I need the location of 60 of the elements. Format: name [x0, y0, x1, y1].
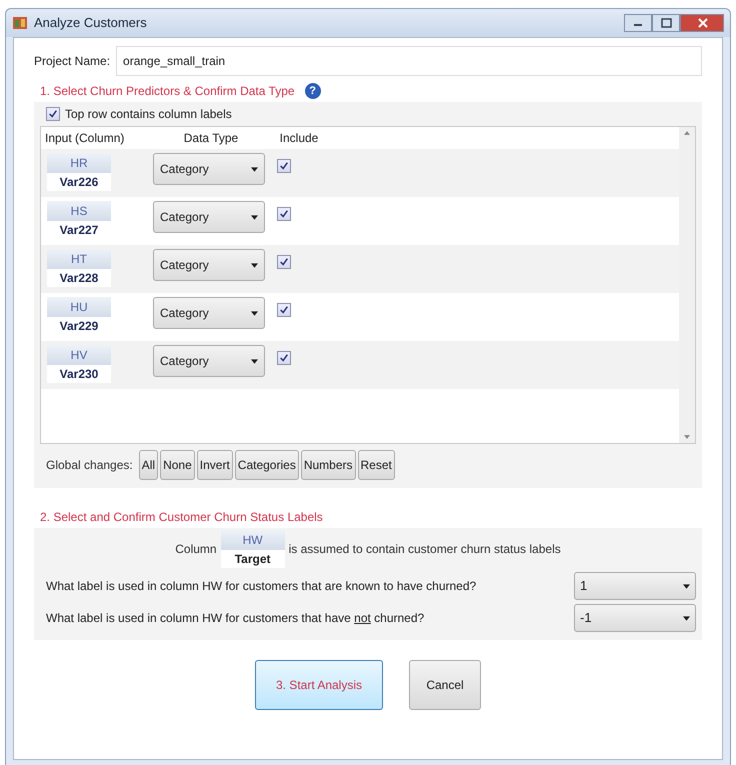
- global-change-button[interactable]: Numbers: [300, 450, 356, 480]
- question-text: What label is used in column HW for customers that have not churned?: [46, 610, 424, 627]
- column-suffix-text: is assumed to contain customer churn status labels: [288, 541, 561, 558]
- section-title: 2. Select and Confirm Customer Churn Status Labels: [40, 509, 323, 526]
- start-analysis-button[interactable]: 3. Start Analysis: [255, 660, 383, 710]
- global-change-button[interactable]: Reset: [358, 450, 395, 480]
- section-title: 1. Select Churn Predictors & Confirm Data Type: [40, 83, 295, 100]
- column-name: Var228: [47, 269, 111, 287]
- data-type-dropdown[interactable]: Category: [153, 345, 265, 377]
- caret-icon: [251, 262, 258, 268]
- global-change-button[interactable]: All: [138, 450, 158, 480]
- global-changes-label: Global changes:: [46, 457, 133, 474]
- scrollbar[interactable]: [679, 127, 695, 443]
- help-button[interactable]: ?: [304, 83, 321, 99]
- cancel-button[interactable]: Cancel: [409, 660, 481, 710]
- question-text: What label is used in column HW for customers that are known to have churned?: [46, 578, 476, 595]
- caret-icon: [683, 584, 690, 588]
- column-letter: HW: [220, 530, 285, 550]
- column-letter: HV: [47, 345, 111, 365]
- column-prefix-text: Column: [175, 541, 217, 558]
- caret-icon: [251, 358, 258, 364]
- column-header: Include: [278, 130, 320, 147]
- field-label: Project Name:: [34, 53, 110, 70]
- column-letter: HT: [47, 249, 111, 269]
- minimize-icon[interactable]: [624, 14, 652, 32]
- scroll-down-icon[interactable]: [684, 435, 690, 439]
- close-icon[interactable]: [680, 14, 724, 32]
- checkbox[interactable]: [277, 303, 291, 317]
- checkbox[interactable]: [277, 159, 291, 173]
- checkbox[interactable]: [277, 207, 291, 221]
- checkbox-label: Top row contains column labels: [65, 106, 232, 123]
- caret-icon: [251, 214, 258, 220]
- column-letter: HU: [47, 297, 111, 317]
- column-name: Var230: [47, 365, 111, 383]
- checkbox[interactable]: [277, 255, 291, 269]
- project-name-field[interactable]: orange_small_train: [116, 46, 702, 76]
- caret-icon: [251, 166, 258, 172]
- maximize-icon[interactable]: [652, 14, 680, 32]
- scroll-up-icon[interactable]: [684, 131, 690, 135]
- data-type-dropdown[interactable]: Category: [153, 153, 265, 185]
- column-name: Target: [220, 550, 285, 568]
- global-change-button[interactable]: Invert: [196, 450, 233, 480]
- column-header: Data Type: [182, 130, 240, 147]
- app-icon: [12, 15, 28, 31]
- data-type-dropdown[interactable]: Category: [153, 297, 265, 329]
- column-header: Input (Column): [44, 130, 126, 147]
- label-dropdown[interactable]: -1: [574, 604, 696, 632]
- data-type-dropdown[interactable]: Category: [153, 249, 265, 281]
- column-name: Var226: [47, 173, 111, 191]
- checkbox[interactable]: [277, 351, 291, 365]
- column-letter: HS: [47, 201, 111, 221]
- window-title: Analyze Customers: [34, 14, 147, 32]
- global-change-button[interactable]: None: [160, 450, 195, 480]
- caret-icon: [251, 310, 258, 316]
- data-type-dropdown[interactable]: Category: [153, 201, 265, 233]
- column-letter: HR: [47, 153, 111, 173]
- caret-icon: [683, 616, 690, 620]
- label-dropdown[interactable]: 1: [574, 572, 696, 600]
- global-change-button[interactable]: Categories: [234, 450, 299, 480]
- checkbox[interactable]: [46, 107, 60, 121]
